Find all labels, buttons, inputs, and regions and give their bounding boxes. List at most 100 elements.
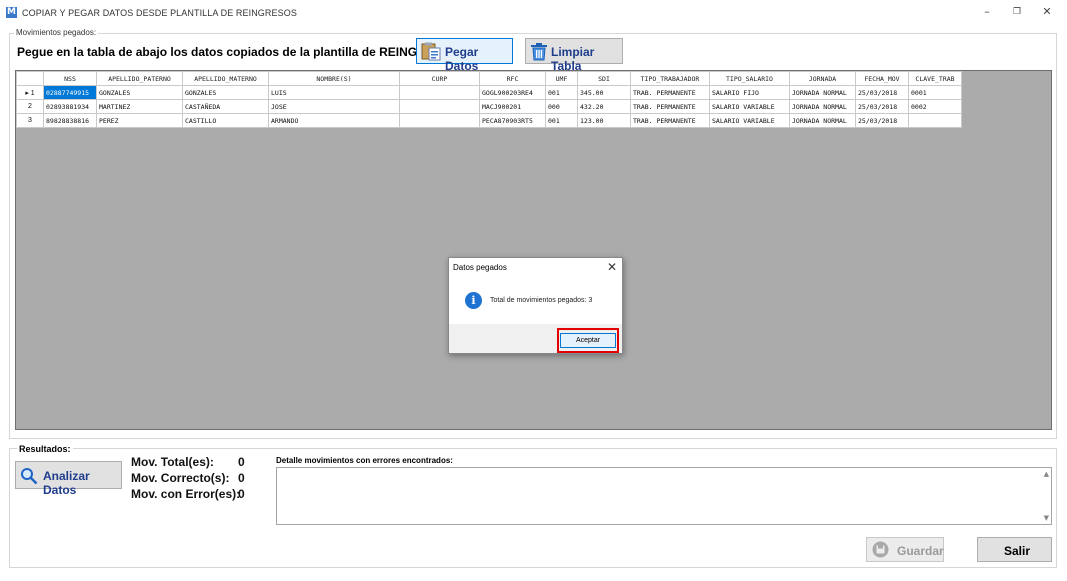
total-movements-label: Mov. Total(es):	[131, 455, 214, 469]
dialog-message: Total de movimientos pegados: 3	[490, 297, 593, 304]
table-cell[interactable]: JORNADA NORMAL	[789, 113, 856, 128]
scroll-up-icon[interactable]: ▲	[1044, 470, 1049, 478]
table-cell[interactable]: 02893881934	[43, 99, 97, 114]
table-cell[interactable]: 123.00	[577, 113, 631, 128]
exit-button[interactable]: Salir	[977, 537, 1052, 562]
table-cell[interactable]: 25/03/2018	[855, 99, 909, 114]
table-cell[interactable]: SALARIO FIJO	[709, 85, 790, 100]
table-cell[interactable]: JORNADA NORMAL	[789, 99, 856, 114]
data-grid[interactable]: NSS APELLIDO_PATERNO APELLIDO_MATERNO NO…	[15, 70, 1052, 430]
clear-table-label: Limpiar Tabla	[551, 45, 595, 73]
table-cell[interactable]: 345.00	[577, 85, 631, 100]
save-button[interactable]: Guardar	[866, 537, 944, 562]
scroll-down-icon[interactable]: ▼	[1044, 514, 1049, 522]
clear-table-button[interactable]: Limpiar Tabla	[525, 38, 623, 73]
table-cell[interactable]: TRAB. PERMANENTE	[630, 85, 710, 100]
table-row[interactable]: ▸ 1 02887749915 GONZALES GONZALES LUIS G…	[16, 85, 962, 100]
corner-cell[interactable]	[16, 71, 44, 86]
table-cell[interactable]: GONZALES	[182, 85, 269, 100]
info-icon: i	[465, 292, 482, 309]
total-movements-value: 0	[238, 455, 245, 469]
column-header[interactable]: UMF	[545, 71, 578, 86]
table-cell[interactable]: TRAB. PERMANENTE	[630, 99, 710, 114]
instruction-text: Pegue en la tabla de abajo los datos cop…	[17, 45, 463, 59]
error-detail-textarea[interactable]: ▲ ▼	[276, 467, 1052, 525]
column-header[interactable]: TIPO_TRABAJADOR	[630, 71, 710, 86]
accept-button[interactable]: Aceptar	[560, 333, 616, 348]
column-header[interactable]: NSS	[43, 71, 97, 86]
app-icon: M	[6, 7, 17, 18]
table-cell[interactable]: CASTAÑEDA	[182, 99, 269, 114]
analyze-data-label: Analizar Datos	[43, 469, 90, 497]
table-cell[interactable]: 02887749915	[43, 85, 97, 100]
results-label: Resultados:	[17, 444, 73, 454]
column-header[interactable]: NOMBRE(S)	[268, 71, 400, 86]
table-cell[interactable]: CASTILLO	[182, 113, 269, 128]
close-button[interactable]: ✕	[1038, 5, 1056, 19]
table-cell[interactable]: 25/03/2018	[855, 85, 909, 100]
error-movements-value: 0	[238, 487, 245, 501]
table-cell[interactable]: MACJ900201	[479, 99, 546, 114]
save-disk-icon	[872, 541, 889, 558]
dialog-close-icon[interactable]: ✕	[607, 260, 617, 274]
restore-button[interactable]: ❐	[1008, 5, 1026, 19]
table-cell[interactable]: 0001	[908, 85, 962, 100]
table-cell[interactable]	[399, 99, 480, 114]
trash-icon	[531, 43, 547, 61]
error-movements-label: Mov. con Error(es):	[131, 487, 241, 501]
table-cell[interactable]: 25/03/2018	[855, 113, 909, 128]
table-cell[interactable]: SALARIO VARIABLE	[709, 99, 790, 114]
table-cell[interactable]: PECA870903RT5	[479, 113, 546, 128]
table-cell[interactable]: GONZALES	[96, 85, 183, 100]
clipboard-icon	[421, 42, 441, 61]
exit-label: Salir	[1004, 544, 1031, 558]
table-cell[interactable]: SALARIO VARIABLE	[709, 113, 790, 128]
row-header[interactable]: 3	[16, 113, 44, 128]
table-cell[interactable]: ARMANDO	[268, 113, 400, 128]
minimize-button[interactable]: –	[978, 5, 996, 19]
table-cell[interactable]: JORNADA NORMAL	[789, 85, 856, 100]
dialog-title: Datos pegados	[453, 263, 507, 272]
column-header[interactable]: CLAVE_TRAB	[908, 71, 962, 86]
save-label: Guardar	[897, 544, 944, 558]
row-header[interactable]: 2	[16, 99, 44, 114]
movements-table: NSS APELLIDO_PATERNO APELLIDO_MATERNO NO…	[16, 71, 962, 128]
table-row[interactable]: 3 89828838816 PEREZ CASTILLO ARMANDO PEC…	[16, 113, 962, 128]
table-cell[interactable]: LUIS	[268, 85, 400, 100]
row-header[interactable]: ▸ 1	[16, 85, 44, 100]
column-header[interactable]: CURP	[399, 71, 480, 86]
table-cell[interactable]: 001	[545, 85, 578, 100]
column-header[interactable]: TIPO_SALARIO	[709, 71, 790, 86]
dialog-body: i Total de movimientos pegados: 3	[449, 278, 622, 324]
column-header[interactable]: RFC	[479, 71, 546, 86]
analyze-data-button[interactable]: Analizar Datos	[15, 461, 122, 497]
table-cell[interactable]: GOGL900203RE4	[479, 85, 546, 100]
column-header[interactable]: FECHA_MOV	[855, 71, 909, 86]
table-cell[interactable]: 432.20	[577, 99, 631, 114]
table-cell[interactable]	[908, 113, 962, 128]
column-header[interactable]: APELLIDO_PATERNO	[96, 71, 183, 86]
table-cell[interactable]: 0002	[908, 99, 962, 114]
correct-movements-value: 0	[238, 471, 245, 485]
error-detail-label: Detalle movimientos con errores encontra…	[276, 456, 453, 465]
table-cell[interactable]: MARTINEZ	[96, 99, 183, 114]
table-row[interactable]: 2 02893881934 MARTINEZ CASTAÑEDA JOSE MA…	[16, 99, 962, 114]
paste-data-button[interactable]: Pegar Datos	[416, 38, 513, 73]
column-header[interactable]: SDI	[577, 71, 631, 86]
table-cell[interactable]: 89828838816	[43, 113, 97, 128]
table-cell[interactable]	[399, 113, 480, 128]
table-cell[interactable]: JOSE	[268, 99, 400, 114]
window-title: COPIAR Y PEGAR DATOS DESDE PLANTILLA DE …	[22, 8, 297, 18]
table-cell[interactable]: 001	[545, 113, 578, 128]
table-cell[interactable]: 000	[545, 99, 578, 114]
correct-movements-label: Mov. Correcto(s):	[131, 471, 230, 485]
title-bar: M COPIAR Y PEGAR DATOS DESDE PLANTILLA D…	[0, 0, 1067, 26]
dialog-title-bar: Datos pegados ✕	[449, 258, 622, 278]
table-header-row: NSS APELLIDO_PATERNO APELLIDO_MATERNO NO…	[16, 71, 962, 86]
table-cell[interactable]: TRAB. PERMANENTE	[630, 113, 710, 128]
magnifier-icon	[21, 468, 38, 485]
table-cell[interactable]	[399, 85, 480, 100]
column-header[interactable]: JORNADA	[789, 71, 856, 86]
column-header[interactable]: APELLIDO_MATERNO	[182, 71, 269, 86]
table-cell[interactable]: PEREZ	[96, 113, 183, 128]
